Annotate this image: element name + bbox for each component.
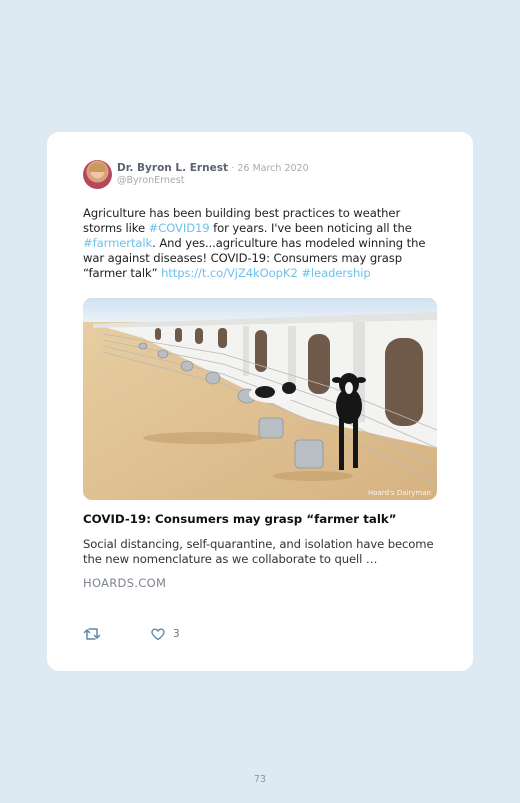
tweet-link[interactable]: #leadership — [301, 266, 370, 280]
author-handle[interactable]: @ByronErnest — [117, 175, 184, 186]
page-number: 73 — [253, 774, 267, 785]
tweet-card: Dr. Byron L. Ernest · 26 March 2020 @Byr… — [47, 132, 473, 671]
tweet-link[interactable]: https://t.co/VjZ4kOopK2 — [161, 266, 298, 280]
calf-hutches-photo — [83, 298, 437, 500]
tweet-image[interactable]: Hoard's Dairyman — [83, 298, 437, 500]
tweet-header: Dr. Byron L. Ernest · 26 March 2020 — [117, 162, 309, 174]
tweet-text-segment: for years. I've been noticing all the — [209, 221, 412, 235]
link-card-description[interactable]: Social distancing, self-quarantine, and … — [83, 537, 439, 567]
tweet-actions: 3 — [83, 626, 180, 642]
tweet-date[interactable]: · 26 March 2020 — [231, 163, 308, 174]
like-button[interactable]: 3 — [151, 628, 180, 641]
heart-icon[interactable] — [151, 628, 165, 641]
image-watermark: Hoard's Dairyman — [367, 489, 431, 497]
link-card-domain[interactable]: HOARDS.COM — [83, 576, 166, 590]
retweet-icon[interactable] — [83, 626, 101, 642]
avatar[interactable] — [83, 160, 112, 189]
tweet-text: Agriculture has been building best pract… — [83, 206, 439, 281]
author-name[interactable]: Dr. Byron L. Ernest — [117, 162, 228, 174]
like-count: 3 — [173, 628, 180, 640]
tweet-link[interactable]: #COVID19 — [149, 221, 210, 235]
avatar-hair — [89, 163, 106, 172]
tweet-link[interactable]: #farmertalk — [83, 236, 152, 250]
link-card-title[interactable]: COVID-19: Consumers may grasp “farmer ta… — [83, 512, 396, 526]
